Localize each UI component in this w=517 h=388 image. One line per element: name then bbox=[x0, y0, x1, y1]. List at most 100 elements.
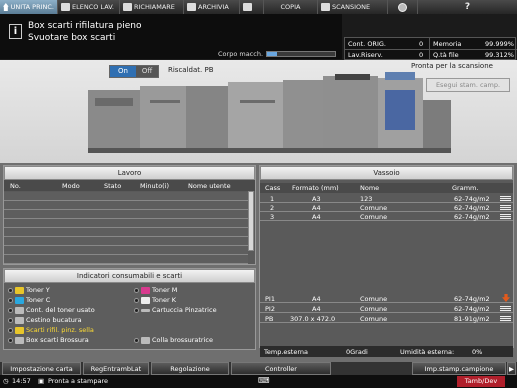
recall-icon bbox=[123, 3, 132, 11]
preheat-label: Riscaldat. PB bbox=[168, 66, 214, 74]
trim-waste-icon bbox=[15, 326, 24, 334]
job-row[interactable] bbox=[4, 237, 248, 246]
info-icon: i bbox=[9, 24, 22, 39]
tray-level-icon bbox=[500, 205, 511, 211]
reg-entrambi-lat-button[interactable]: RegEntrambLat bbox=[83, 362, 149, 375]
tab-copia[interactable]: COPIA bbox=[264, 0, 318, 14]
toner-yellow-icon bbox=[15, 286, 24, 294]
lav-riserv-label: Lav.Riserv. bbox=[348, 51, 383, 59]
tray-gramm: 81-91g/m2 bbox=[454, 315, 490, 323]
help-icon: ? bbox=[464, 2, 471, 12]
memoria-value: 99.999% bbox=[485, 40, 514, 48]
controller-button[interactable]: Controller bbox=[231, 362, 331, 375]
sample-print-button[interactable]: Esegui stam. camp. bbox=[426, 78, 510, 92]
sample-print-settings-button[interactable]: Imp.stamp.campione bbox=[412, 362, 506, 375]
lav-riserv-value: 0 bbox=[419, 51, 424, 59]
cont-orig-label: Cont. ORIG. bbox=[348, 40, 386, 48]
tray-formato: 307.0 x 472.0 bbox=[290, 315, 336, 323]
adjustment-button[interactable]: Regolazione bbox=[151, 362, 229, 375]
col-cass: Cass bbox=[265, 184, 281, 192]
qta-file-label: Q.tà file bbox=[433, 51, 459, 59]
consumable-binding-waste: Box scarti Brossura bbox=[8, 336, 89, 344]
job-row[interactable] bbox=[4, 228, 248, 237]
tab-archivia[interactable]: ARCHIVIA bbox=[184, 0, 240, 14]
job-row[interactable] bbox=[4, 201, 248, 210]
job-row[interactable] bbox=[4, 192, 248, 201]
tab-address-book[interactable] bbox=[240, 0, 264, 14]
tab-globe[interactable] bbox=[388, 0, 418, 14]
consumable-glue: Colla brossuratrice bbox=[134, 336, 213, 344]
off-button[interactable]: Off bbox=[136, 66, 158, 77]
qta-file-value: 99.312% bbox=[485, 51, 514, 59]
tray-level-icon bbox=[500, 316, 511, 322]
tray-nome: Comune bbox=[360, 305, 388, 313]
on-button[interactable]: On bbox=[110, 66, 136, 77]
tray-formato: A4 bbox=[312, 204, 321, 212]
col-nome: Nome bbox=[360, 184, 380, 192]
tab-label: COPIA bbox=[280, 3, 301, 11]
binding-waste-icon bbox=[15, 336, 24, 344]
environment-footer: Temp.esterna 0Gradi Umidità esterna: 0% bbox=[260, 346, 513, 357]
tab-unita-princ[interactable]: UNITA PRINC. bbox=[0, 0, 58, 14]
humidity-label: Umidità esterna: bbox=[400, 348, 455, 356]
consumable-toner-y: Toner Y bbox=[8, 286, 50, 294]
machine-status-area bbox=[0, 60, 517, 163]
tray-nome: 123 bbox=[360, 195, 373, 203]
consumable-punch-bin: Cestino bucatura bbox=[8, 316, 82, 324]
job-list-icon bbox=[61, 3, 70, 11]
tray-nome: Comune bbox=[360, 204, 388, 212]
keyboard-icon[interactable]: ⌨ bbox=[258, 376, 270, 385]
consumables-title: Indicatori consumabili e scarti bbox=[4, 269, 255, 283]
memoria-label: Memoria bbox=[433, 40, 462, 48]
consumable-toner-m: Toner M bbox=[134, 286, 177, 294]
tab-elenco-lav[interactable]: ELENCO LAV. bbox=[58, 0, 120, 14]
job-row[interactable] bbox=[4, 255, 248, 264]
message-line-2: Svuotare box scarti bbox=[28, 33, 116, 43]
col-stato: Stato bbox=[104, 182, 122, 190]
tab-richiamare[interactable]: RICHIAMARE bbox=[120, 0, 184, 14]
waste-toner-icon bbox=[15, 306, 24, 314]
tray-table-header: Cass Formato (mm) Nome Gramm. bbox=[260, 183, 513, 193]
tray-formato: A3 bbox=[312, 195, 321, 203]
tray-cass: 2 bbox=[270, 204, 275, 212]
globe-icon bbox=[398, 2, 407, 12]
glue-icon bbox=[141, 336, 150, 344]
tray-gramm: 62-74g/m2 bbox=[454, 305, 490, 313]
job-list-scrollbar[interactable] bbox=[248, 191, 254, 251]
consumable-toner-k: Toner K bbox=[134, 296, 176, 304]
job-row[interactable] bbox=[4, 246, 248, 255]
tray-formato: A4 bbox=[312, 305, 321, 313]
main-tab-bar: UNITA PRINC. ELENCO LAV. RICHIAMARE ARCH… bbox=[0, 0, 517, 14]
tab-label: RICHIAMARE bbox=[134, 3, 175, 11]
humidity-value: 0% bbox=[472, 348, 483, 356]
staple-cartridge-icon bbox=[141, 308, 150, 312]
tray-gramm: 62-74g/m2 bbox=[454, 204, 490, 212]
consumable-toner-c: Toner C bbox=[8, 296, 50, 304]
job-table-header: No. Modo Stato Minuto(i) Nome utente bbox=[4, 180, 255, 191]
paper-settings-button[interactable]: Impostazione carta bbox=[2, 362, 81, 375]
corpo-macchina-label: Corpo macch. bbox=[218, 50, 264, 58]
tray-cass: PB bbox=[265, 315, 274, 323]
clock-icon: ◷ bbox=[3, 377, 9, 385]
tab-help[interactable]: ? bbox=[418, 0, 517, 14]
tray-gramm: 62-74g/m2 bbox=[454, 295, 490, 303]
job-row[interactable] bbox=[4, 219, 248, 228]
toner-black-icon bbox=[141, 296, 150, 304]
scan-icon bbox=[321, 3, 330, 11]
clock-time: 14:57 bbox=[12, 377, 31, 385]
col-formato: Formato (mm) bbox=[292, 184, 339, 192]
consumable-waste-toner: Cont. del toner usato bbox=[8, 306, 95, 314]
next-arrow-button[interactable]: ▶ bbox=[507, 362, 516, 375]
address-book-icon bbox=[243, 3, 252, 11]
tray-cass: 3 bbox=[270, 213, 275, 221]
tandem-dev-indicator[interactable]: Tamb/Dev bbox=[457, 376, 505, 387]
tray-level-icon bbox=[500, 196, 511, 202]
col-nome-utente: Nome utente bbox=[188, 182, 231, 190]
counters-panel: Cont. ORIG. 0 Memoria 99.999% Lav.Riserv… bbox=[344, 37, 517, 61]
toner-cyan-icon bbox=[15, 296, 24, 304]
tab-label: ELENCO LAV. bbox=[72, 3, 114, 11]
tab-scansione[interactable]: SCANSIONE bbox=[318, 0, 388, 14]
preheat-toggle[interactable]: On Off bbox=[109, 65, 159, 78]
job-row[interactable] bbox=[4, 210, 248, 219]
temp-value: 0Gradi bbox=[346, 348, 368, 356]
